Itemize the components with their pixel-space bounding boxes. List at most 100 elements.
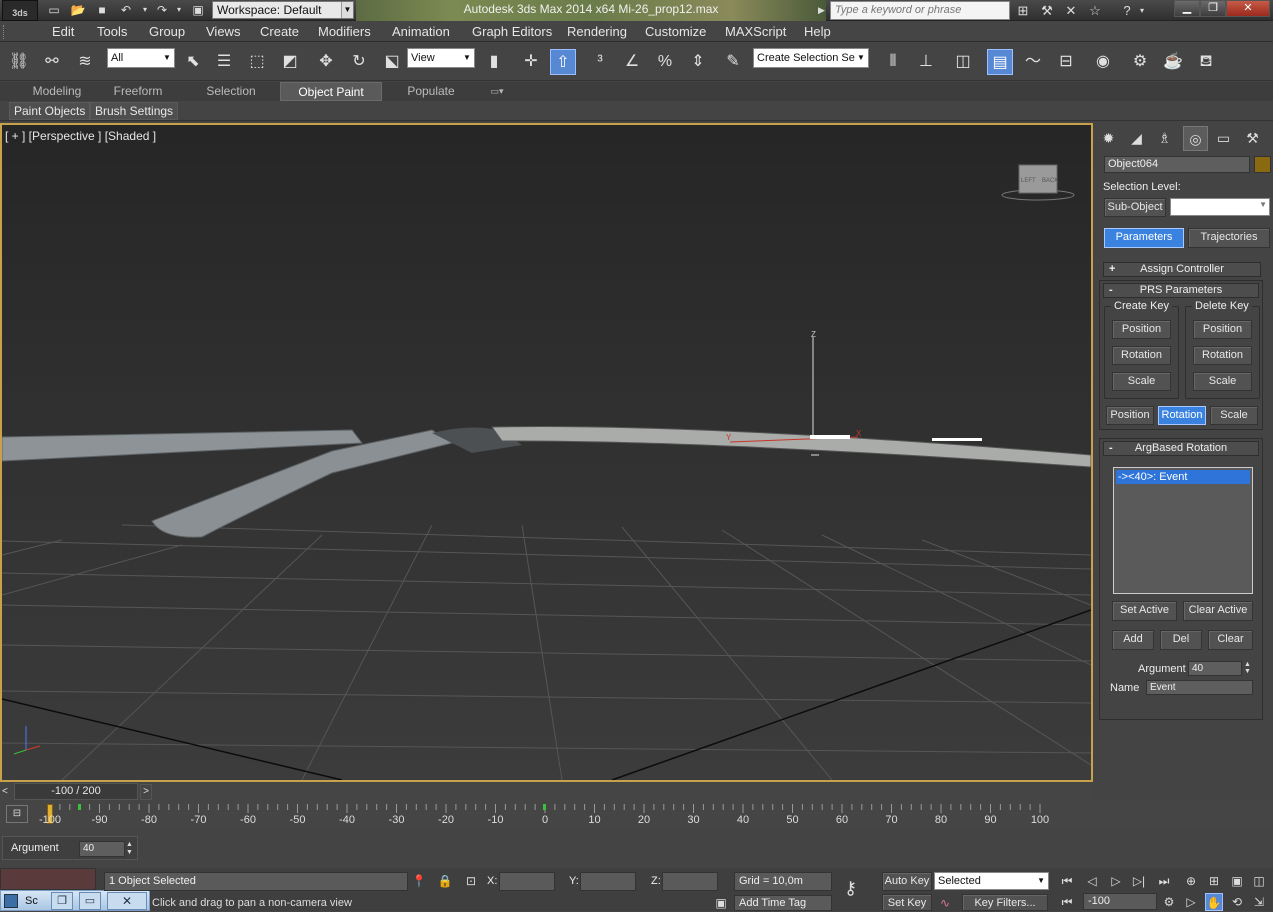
unlink-icon[interactable]: ⚯: [39, 49, 65, 75]
event-listbox[interactable]: -><40>: Event: [1113, 467, 1253, 594]
maxscript-listener-mini[interactable]: [0, 868, 96, 890]
create-scale-key-button[interactable]: Scale: [1112, 372, 1171, 391]
key-mode-dropdown[interactable]: Selected ▼: [934, 872, 1049, 890]
pan-view-icon[interactable]: ✋: [1205, 893, 1223, 911]
parameters-button[interactable]: Parameters: [1104, 228, 1184, 248]
set-active-button[interactable]: Set Active: [1112, 601, 1177, 621]
current-frame-field[interactable]: -100: [1083, 893, 1157, 910]
delete-position-key-button[interactable]: Position: [1193, 320, 1252, 339]
tab-freeform[interactable]: Freeform: [104, 82, 172, 101]
menu-views[interactable]: Views: [206, 21, 240, 42]
undo-dropdown-icon[interactable]: ▾: [140, 2, 150, 19]
zoom-icon[interactable]: ⊕: [1182, 872, 1200, 890]
binoculars-icon[interactable]: ⊞: [1012, 1, 1034, 20]
previous-frame-icon[interactable]: ◁: [1083, 872, 1101, 890]
sub-object-button[interactable]: Sub-Object: [1104, 198, 1166, 217]
select-object-icon[interactable]: ⬉: [180, 49, 206, 75]
set-key-button[interactable]: Set Key: [882, 894, 932, 911]
help-icon[interactable]: ?: [1116, 1, 1138, 20]
argument-box-spinner[interactable]: ▲ ▼: [126, 841, 135, 857]
menu-graph-editors[interactable]: Graph Editors: [472, 21, 552, 42]
add-button[interactable]: Add: [1112, 630, 1154, 650]
project-folder-icon[interactable]: ▣: [188, 2, 208, 19]
y-coordinate-field[interactable]: [580, 872, 636, 891]
rectangular-selection-icon[interactable]: ⬚: [244, 49, 270, 75]
select-and-manipulate-icon[interactable]: ✛: [518, 49, 544, 75]
viewcube[interactable]: LEFT BACK: [1001, 164, 1075, 201]
mirror-icon[interactable]: ⫴: [880, 49, 906, 75]
trajectories-button[interactable]: Trajectories: [1188, 228, 1270, 248]
transform-mode-icon[interactable]: ⊡: [462, 872, 480, 890]
menu-tools[interactable]: Tools: [97, 21, 127, 42]
select-by-name-icon[interactable]: ☰: [211, 49, 237, 75]
tab-selection[interactable]: Selection: [196, 82, 266, 101]
time-slider[interactable]: -100 / 200: [14, 783, 138, 800]
select-and-move-icon[interactable]: ✥: [313, 49, 339, 75]
tab-object-paint[interactable]: Object Paint: [280, 82, 382, 101]
delete-scale-key-button[interactable]: Scale: [1193, 372, 1252, 391]
curve-editor-mini-icon[interactable]: ⊟: [6, 805, 28, 823]
redo-icon[interactable]: ↷: [152, 2, 172, 19]
selection-filter-dropdown[interactable]: All ▼: [107, 48, 175, 68]
script-window-close-button[interactable]: ✕: [107, 892, 147, 910]
undo-icon[interactable]: ↶: [116, 2, 136, 19]
redo-dropdown-icon[interactable]: ▾: [174, 2, 184, 19]
key-mode-toggle-icon[interactable]: ⏮: [1058, 893, 1076, 911]
default-tangents-icon[interactable]: ∿: [936, 894, 954, 912]
minimize-button[interactable]: ▁: [1174, 0, 1200, 17]
argument-box-field[interactable]: 40: [79, 841, 125, 857]
play-icon[interactable]: ▷: [1107, 872, 1125, 890]
menu-maxscript[interactable]: MAXScript: [725, 21, 786, 42]
curve-editor-icon[interactable]: 〜: [1020, 49, 1046, 75]
percent-snap-icon[interactable]: %: [652, 49, 678, 75]
menu-modifiers[interactable]: Modifiers: [318, 21, 371, 42]
brush-settings-button[interactable]: Brush Settings: [90, 102, 179, 120]
subscription-icon[interactable]: ⚒: [1036, 1, 1058, 20]
create-rotation-key-button[interactable]: Rotation: [1112, 346, 1171, 365]
snaps-toggle-icon[interactable]: ³: [587, 49, 613, 75]
save-icon[interactable]: ■: [92, 2, 112, 19]
workspace-dropdown[interactable]: Workspace: Default ▼: [212, 1, 354, 19]
link-icon[interactable]: ⛓: [6, 49, 32, 75]
restore-button[interactable]: ❐: [1200, 0, 1226, 17]
window-crossing-icon[interactable]: ◩: [277, 49, 303, 75]
scale-button[interactable]: Scale: [1210, 406, 1258, 425]
prs-parameters-rollout[interactable]: - PRS Parameters: [1103, 283, 1259, 298]
argbased-rotation-rollout[interactable]: - ArgBased Rotation: [1103, 441, 1259, 456]
object-color-swatch[interactable]: [1254, 156, 1271, 173]
select-and-rotate-icon[interactable]: ↻: [346, 49, 372, 75]
utilities-tab-icon[interactable]: ⚒: [1240, 126, 1265, 151]
named-selection-sets-dropdown[interactable]: Create Selection Se ▼: [753, 48, 869, 68]
chevron-right-icon[interactable]: ▶: [818, 2, 828, 19]
field-of-view-icon[interactable]: ▷: [1182, 893, 1200, 911]
time-configuration-icon[interactable]: ⚙: [1160, 893, 1178, 911]
clear-button[interactable]: Clear: [1208, 630, 1253, 650]
key-icon[interactable]: ⚷: [844, 878, 872, 904]
render-production-icon[interactable]: ⛾: [1193, 49, 1219, 75]
maximize-viewport-icon[interactable]: ⇲: [1250, 893, 1268, 911]
hierarchy-tab-icon[interactable]: ♗: [1152, 126, 1177, 151]
orbit-icon[interactable]: ⟲: [1228, 893, 1246, 911]
track-bar[interactable]: ⊟ -100 -90 -80 -70 -60 -50 -40 -30 -20 -10 0 10 20 30…: [0, 801, 1273, 828]
next-frame-icon[interactable]: ▷|: [1130, 872, 1148, 890]
script-window-restore-button[interactable]: ❐: [51, 892, 73, 910]
rendered-frame-window-icon[interactable]: ☕: [1160, 49, 1186, 75]
time-tag-icon[interactable]: ▣: [712, 894, 730, 912]
spinner-snap-icon[interactable]: ⇕: [685, 49, 711, 75]
bind-space-warp-icon[interactable]: ≋: [72, 49, 98, 75]
close-button[interactable]: ✕: [1226, 0, 1270, 17]
modify-tab-icon[interactable]: ◢: [1124, 126, 1149, 151]
display-tab-icon[interactable]: ▭: [1211, 126, 1236, 151]
menu-group[interactable]: Group: [149, 21, 185, 42]
key-marker[interactable]: [78, 804, 81, 810]
add-time-tag-button[interactable]: Add Time Tag: [734, 895, 832, 911]
gizmo-plane-handle[interactable]: [810, 435, 850, 439]
object-name-field[interactable]: Object064: [1104, 156, 1250, 173]
delete-button[interactable]: Del: [1160, 630, 1202, 650]
app-menu-button[interactable]: 3ds: [2, 0, 38, 21]
menu-help[interactable]: Help: [804, 21, 831, 42]
argument-spinner[interactable]: ▲ ▼: [1244, 661, 1253, 676]
create-position-key-button[interactable]: Position: [1112, 320, 1171, 339]
delete-rotation-key-button[interactable]: Rotation: [1193, 346, 1252, 365]
ribbon-options-icon[interactable]: ▭▾: [483, 82, 511, 101]
